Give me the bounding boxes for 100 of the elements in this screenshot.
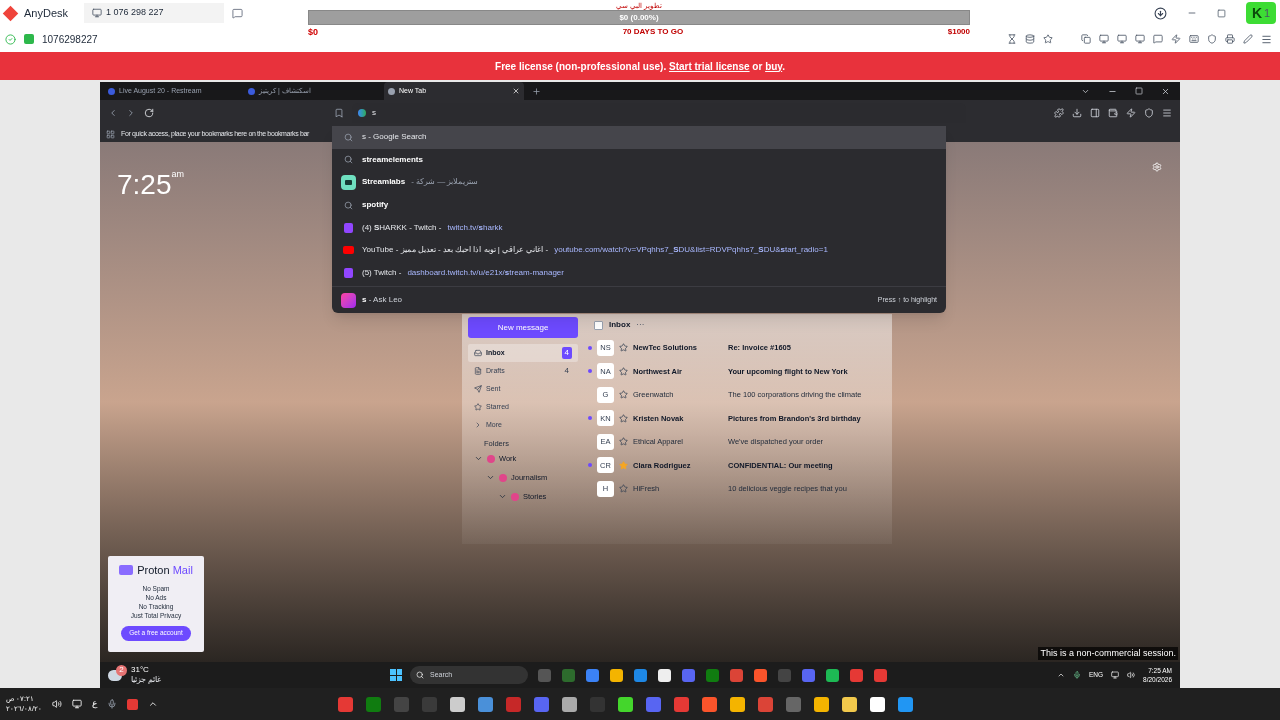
maximize-icon[interactable] [1217,8,1226,18]
lightning-icon[interactable] [1171,34,1181,44]
suggestion-item[interactable]: (4) SHARKK - Twitch - twitch.tv/sharkk [332,216,946,239]
suggestion-url: twitch.tv/sharkk [447,221,503,234]
star-icon[interactable] [619,413,628,423]
suggestion-title: streamelements [362,153,423,166]
display-icon[interactable] [1135,34,1145,44]
network-icon[interactable] [1111,671,1120,679]
wallet-icon[interactable] [1108,108,1118,118]
tab-icon [248,87,255,95]
app-icon[interactable] [814,696,829,712]
proton-logo-icon [119,565,134,576]
apps-icon[interactable] [106,129,115,139]
app-icon[interactable] [618,696,633,712]
site-icon [344,222,353,233]
network-icon[interactable] [71,699,82,709]
windows-start-icon[interactable] [390,669,402,681]
shield-icon[interactable] [1207,34,1217,44]
download-icon[interactable] [1072,108,1082,118]
star-icon[interactable] [619,437,628,447]
search-icon [344,200,353,210]
back-icon[interactable] [108,108,118,118]
star-icon[interactable] [619,484,628,494]
monitor-icon[interactable] [1099,34,1109,44]
select-all-checkbox[interactable] [594,320,603,330]
tab-icon [108,87,115,95]
chat-icon[interactable] [1153,34,1163,44]
pen-icon[interactable] [1243,34,1253,44]
file-icon[interactable] [1081,34,1091,44]
monitor-icon [92,8,103,18]
microphone-icon[interactable] [106,699,117,709]
nav-icon [474,385,482,393]
address-field[interactable]: 1 076 298 227 [84,3,225,23]
proton-brand: Proton Mail [137,563,193,578]
app-icon[interactable] [730,696,745,712]
suggestion-title: s - Google Search [362,131,427,144]
app-icon[interactable] [450,696,465,712]
app-name: AnyDesk [24,5,69,21]
monitor-icon[interactable] [1117,34,1127,44]
more-options[interactable]: ··· [636,319,645,331]
hourglass-icon[interactable] [1007,34,1017,44]
tab-icon [388,87,395,95]
site-icon [341,175,356,190]
download-icon[interactable] [1154,6,1167,20]
mail-list-title: Inbox [609,319,631,331]
printer-icon[interactable] [1225,34,1235,44]
suggestion-item[interactable]: streamelements [332,148,946,172]
settings-icon[interactable] [1152,162,1162,172]
suggestion-item[interactable]: spotify [332,193,946,217]
license-message: Free license (non-professional use). Start trial license or buy. [495,59,785,74]
forward-icon[interactable] [126,108,136,118]
star-icon[interactable] [619,390,628,400]
anydesk-tray-icon[interactable] [126,698,138,710]
suggestion-title: Streamlabs [362,176,406,189]
nav-icon [474,403,482,411]
close-tab-icon[interactable] [512,87,520,95]
search-icon [344,132,353,142]
volume-icon[interactable] [51,699,62,709]
weather-badge: 2 [116,664,127,676]
chat-icon[interactable] [232,7,244,19]
reload-icon[interactable] [144,108,154,118]
goal-target: $1000 [947,26,970,38]
app-icon[interactable] [870,696,885,712]
goal-start: $0 [308,26,318,39]
star-icon[interactable] [1043,34,1053,44]
progress-text: $0 (0.00%) [619,11,659,24]
volume-icon[interactable] [1127,671,1136,679]
temperature: 31°C [131,665,150,675]
profile-logo[interactable]: K 1 [1246,2,1276,24]
check-icon [5,33,16,45]
menu-icon[interactable] [1261,33,1272,45]
nav-icon [474,421,482,429]
app-icon[interactable] [658,668,671,682]
keyboard-language[interactable]: ع [91,697,97,711]
suggestion-item[interactable]: (5) Twitch - dashboard.twitch.tv/u/e21x/stream-manager [332,261,946,285]
microphone-icon[interactable] [1073,671,1081,679]
new-tab-icon[interactable] [532,86,541,96]
close-icon[interactable] [1161,86,1170,96]
bookmark-icon[interactable] [334,108,344,118]
new-message-button[interactable]: New message [468,317,578,338]
extensions-icon[interactable] [1054,108,1064,118]
app-icon[interactable] [826,668,839,682]
session-notice: This is a non-commercial session. [1038,646,1178,660]
suggestion-item[interactable]: s - Google Search [332,126,946,149]
database-icon[interactable] [1025,34,1035,44]
keyboard-icon[interactable] [1189,34,1199,44]
star-icon[interactable] [619,343,628,353]
menu-icon[interactable] [1162,108,1172,118]
sidebar-icon[interactable] [1090,108,1100,118]
app-icon[interactable] [842,696,857,712]
suggestion-title: (5) Twitch - [362,266,402,279]
trial-link[interactable]: Start trial license [668,60,750,72]
star-icon[interactable] [619,366,628,376]
search-icon [344,155,353,165]
connection-id: 1076298227 [42,32,98,47]
app-icon[interactable] [562,696,577,712]
suggestion-title: (4) SHARKK - Twitch - [362,221,442,234]
star-icon[interactable] [619,460,628,470]
clock-time: 7:25 [117,168,172,202]
app-icon[interactable] [610,668,623,682]
